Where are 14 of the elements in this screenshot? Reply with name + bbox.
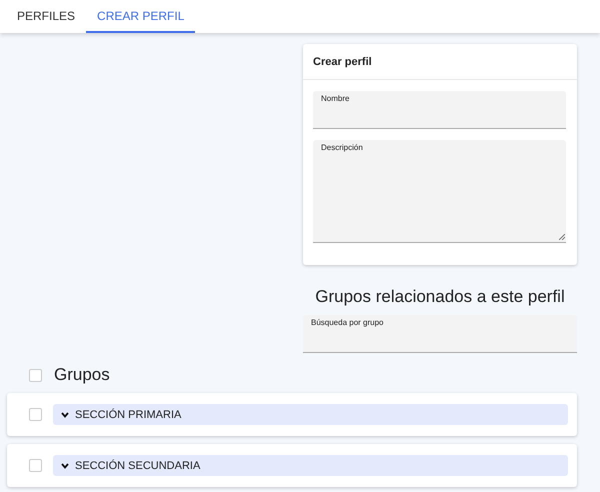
tab[interactable]: CREAR PERFIL — [86, 0, 196, 33]
checkbox[interactable] — [29, 408, 42, 421]
input-field[interactable]: Nombre — [313, 91, 566, 129]
groups-label: Grupos — [54, 365, 110, 385]
card-title: Crear perfil — [303, 44, 577, 80]
checkbox[interactable] — [29, 459, 42, 472]
section-toggle[interactable]: SECCIÓN PRIMARIA — [53, 404, 568, 425]
search-field[interactable]: Búsqueda por grupo — [303, 315, 577, 353]
resize-handle-icon[interactable] — [559, 234, 565, 240]
tab[interactable]: PERFILES — [6, 0, 86, 33]
section-toggle[interactable]: SECCIÓN SECUNDARIA — [53, 455, 568, 476]
checkbox[interactable] — [29, 368, 42, 382]
section-heading: Grupos relacionados a este perfil — [314, 287, 566, 308]
textarea-field[interactable]: Descripción — [313, 140, 566, 243]
